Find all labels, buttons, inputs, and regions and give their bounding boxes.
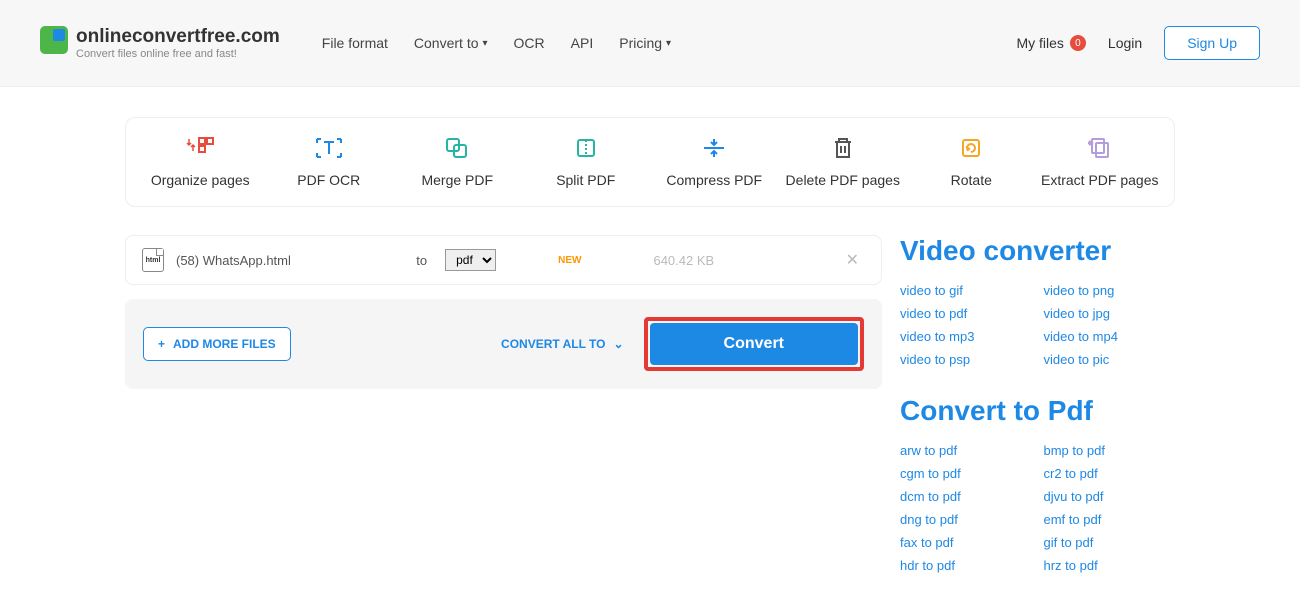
brand-slogan: Convert files online free and fast!	[76, 48, 280, 60]
main-nav: File format Convert to▾ OCR API Pricing▾	[322, 35, 671, 51]
chevron-down-icon: ⌄	[613, 337, 623, 351]
login-link[interactable]: Login	[1108, 35, 1142, 51]
tool-label: Merge PDF	[421, 172, 493, 188]
main-row: html (58) WhatsApp.html to pdf NEW 640.4…	[125, 235, 1175, 601]
convert-button-highlight: Convert	[644, 317, 864, 371]
chevron-down-icon: ▾	[666, 38, 671, 49]
nav-file-format[interactable]: File format	[322, 35, 388, 51]
side-link[interactable]: video to pic	[1044, 352, 1176, 367]
side-link[interactable]: video to jpg	[1044, 306, 1176, 321]
tool-split-pdf[interactable]: Split PDF	[522, 136, 651, 188]
nav-convert-to[interactable]: Convert to▾	[414, 35, 488, 51]
side-link[interactable]: gif to pdf	[1044, 535, 1176, 550]
side-link[interactable]: fax to pdf	[900, 535, 1032, 550]
nav-pricing[interactable]: Pricing▾	[619, 35, 671, 51]
side-link[interactable]: hdr to pdf	[900, 558, 1032, 573]
convert-button[interactable]: Convert	[650, 323, 858, 365]
tool-label: Extract PDF pages	[1041, 172, 1159, 188]
to-label: to	[416, 253, 427, 268]
tool-delete-pdf-pages[interactable]: Delete PDF pages	[779, 136, 908, 188]
video-converter-title: Video converter	[900, 235, 1175, 267]
ocr-icon	[314, 136, 344, 160]
side-link[interactable]: video to psp	[900, 352, 1032, 367]
compress-icon	[699, 136, 729, 160]
file-type-icon: html	[142, 248, 164, 272]
tool-label: Organize pages	[151, 172, 250, 188]
side-link[interactable]: dng to pdf	[900, 512, 1032, 527]
side-link[interactable]: dcm to pdf	[900, 489, 1032, 504]
tool-label: Delete PDF pages	[786, 172, 900, 188]
side-link[interactable]: emf to pdf	[1044, 512, 1176, 527]
tools-row: Organize pages PDF OCR Merge PDF Split P…	[125, 117, 1175, 207]
chevron-down-icon: ▾	[483, 38, 488, 49]
tool-merge-pdf[interactable]: Merge PDF	[393, 136, 522, 188]
nav-api[interactable]: API	[571, 35, 594, 51]
logo[interactable]: onlineconvertfree.com Convert files onli…	[40, 26, 280, 60]
merge-icon	[442, 136, 472, 160]
organize-icon	[185, 136, 215, 160]
tool-label: Compress PDF	[666, 172, 762, 188]
pdf-links: arw to pdf bmp to pdf cgm to pdf cr2 to …	[900, 443, 1175, 573]
side-link[interactable]: video to mp4	[1044, 329, 1176, 344]
tool-rotate[interactable]: Rotate	[907, 136, 1036, 188]
left-column: html (58) WhatsApp.html to pdf NEW 640.4…	[125, 235, 882, 389]
side-link[interactable]: hrz to pdf	[1044, 558, 1176, 573]
add-more-files-button[interactable]: + ADD MORE FILES	[143, 327, 291, 361]
brand-name: onlineconvertfree.com	[76, 26, 280, 48]
convert-to-pdf-title: Convert to Pdf	[900, 395, 1175, 427]
convert-all-to-dropdown[interactable]: CONVERT ALL TO ⌄	[501, 337, 624, 351]
header-inner: onlineconvertfree.com Convert files onli…	[40, 26, 1260, 60]
file-row: html (58) WhatsApp.html to pdf NEW 640.4…	[125, 235, 882, 285]
sidebar: Video converter video to gif video to pn…	[900, 235, 1175, 601]
tool-label: Split PDF	[556, 172, 615, 188]
header-right: My files 0 Login Sign Up	[1016, 26, 1260, 60]
side-link[interactable]: djvu to pdf	[1044, 489, 1176, 504]
side-link[interactable]: arw to pdf	[900, 443, 1032, 458]
header: onlineconvertfree.com Convert files onli…	[0, 0, 1300, 87]
actions-row: + ADD MORE FILES CONVERT ALL TO ⌄ Conver…	[125, 299, 882, 389]
tool-compress-pdf[interactable]: Compress PDF	[650, 136, 779, 188]
side-link[interactable]: video to gif	[900, 283, 1032, 298]
logo-icon	[40, 26, 68, 54]
delete-icon	[828, 136, 858, 160]
file-name: (58) WhatsApp.html	[176, 253, 291, 268]
side-link[interactable]: cr2 to pdf	[1044, 466, 1176, 481]
side-link[interactable]: video to mp3	[900, 329, 1032, 344]
content: Organize pages PDF OCR Merge PDF Split P…	[85, 87, 1215, 601]
new-badge: NEW	[558, 255, 581, 266]
extract-icon	[1085, 136, 1115, 160]
tool-pdf-ocr[interactable]: PDF OCR	[265, 136, 394, 188]
my-files-link[interactable]: My files 0	[1016, 35, 1085, 51]
my-files-count-badge: 0	[1070, 35, 1086, 51]
tool-extract-pdf-pages[interactable]: Extract PDF pages	[1036, 136, 1165, 188]
side-link[interactable]: bmp to pdf	[1044, 443, 1176, 458]
format-select[interactable]: pdf	[445, 249, 496, 271]
split-icon	[571, 136, 601, 160]
file-size: 640.42 KB	[653, 253, 714, 268]
plus-icon: +	[158, 337, 165, 351]
side-link[interactable]: video to pdf	[900, 306, 1032, 321]
video-links: video to gif video to png video to pdf v…	[900, 283, 1175, 367]
signup-button[interactable]: Sign Up	[1164, 26, 1260, 60]
tool-label: PDF OCR	[297, 172, 360, 188]
nav-ocr[interactable]: OCR	[514, 35, 545, 51]
remove-file-button[interactable]: ✕	[840, 250, 865, 270]
side-link[interactable]: video to png	[1044, 283, 1176, 298]
side-link[interactable]: cgm to pdf	[900, 466, 1032, 481]
rotate-icon	[956, 136, 986, 160]
tool-organize-pages[interactable]: Organize pages	[136, 136, 265, 188]
tool-label: Rotate	[951, 172, 992, 188]
